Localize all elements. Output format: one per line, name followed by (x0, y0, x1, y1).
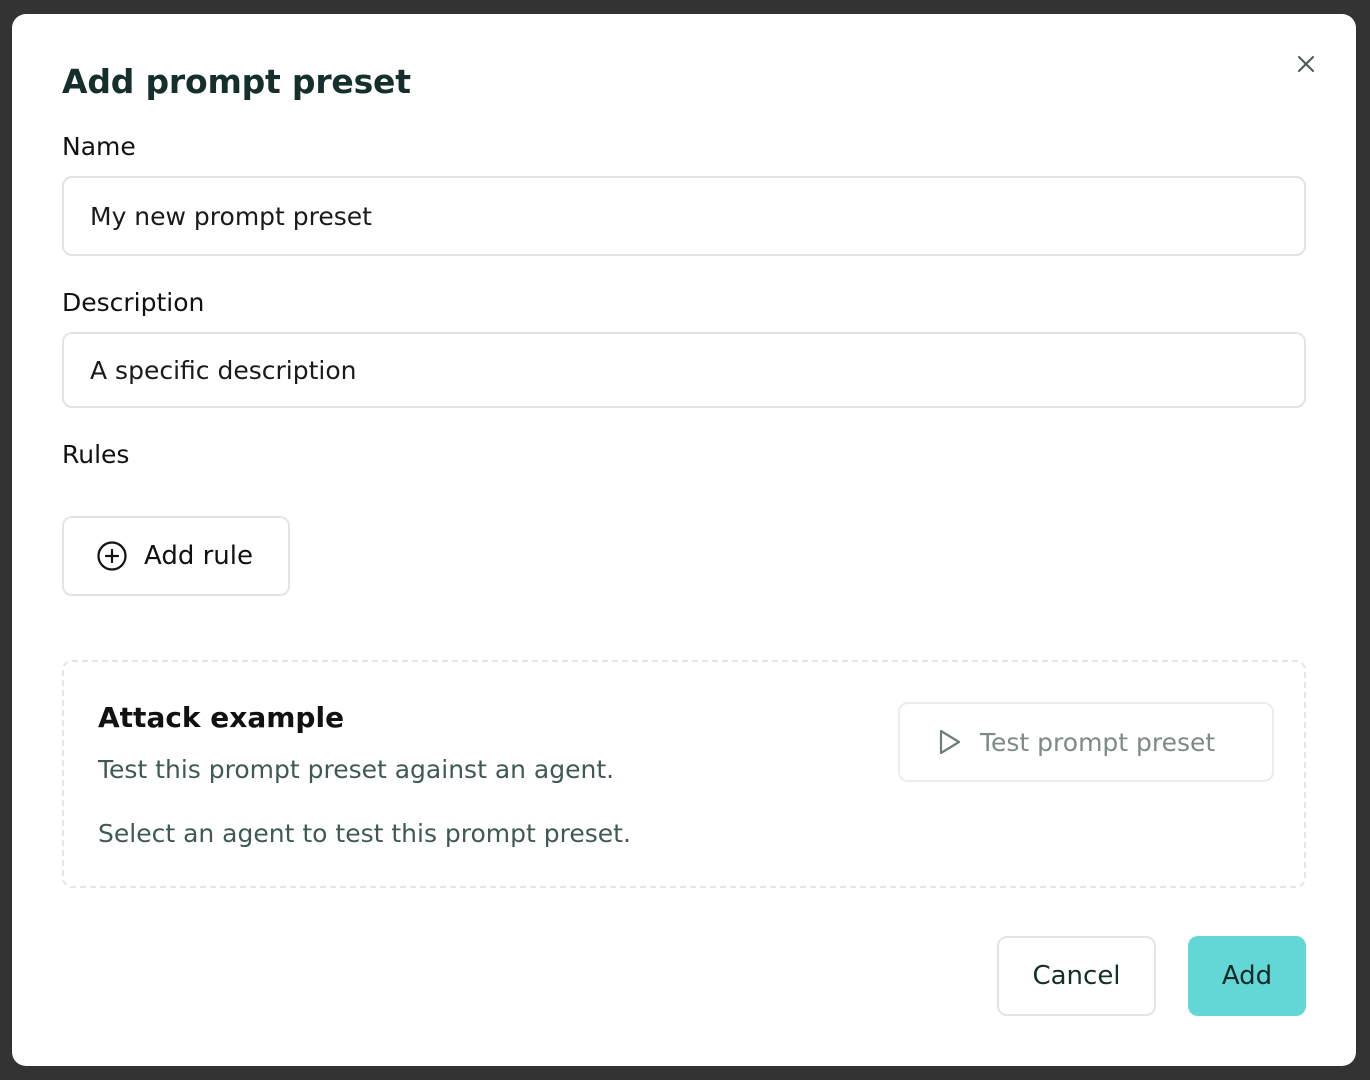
attack-example-hint: Select an agent to test this prompt pres… (98, 819, 631, 848)
attack-example-subtitle: Test this prompt preset against an agent… (98, 755, 615, 784)
plus-circle-icon (96, 540, 128, 572)
test-prompt-preset-button[interactable]: Test prompt preset (898, 702, 1274, 782)
attack-example-panel: Attack example Test this prompt preset a… (62, 660, 1306, 888)
test-prompt-preset-label: Test prompt preset (980, 727, 1216, 757)
add-prompt-preset-dialog: Add prompt preset Name Description Rules… (12, 14, 1356, 1066)
name-label: Name (62, 132, 136, 161)
cancel-button[interactable]: Cancel (997, 936, 1156, 1016)
add-rule-label: Add rule (144, 541, 253, 571)
close-icon (1298, 56, 1314, 72)
description-input[interactable] (62, 332, 1306, 408)
play-icon (934, 727, 964, 757)
add-button[interactable]: Add (1188, 936, 1306, 1016)
close-button[interactable] (1290, 48, 1322, 80)
description-label: Description (62, 288, 205, 317)
rules-label: Rules (62, 440, 130, 469)
attack-example-title: Attack example (98, 701, 345, 734)
add-rule-button[interactable]: Add rule (62, 516, 290, 596)
dialog-title: Add prompt preset (62, 62, 411, 101)
name-input[interactable] (62, 176, 1306, 256)
